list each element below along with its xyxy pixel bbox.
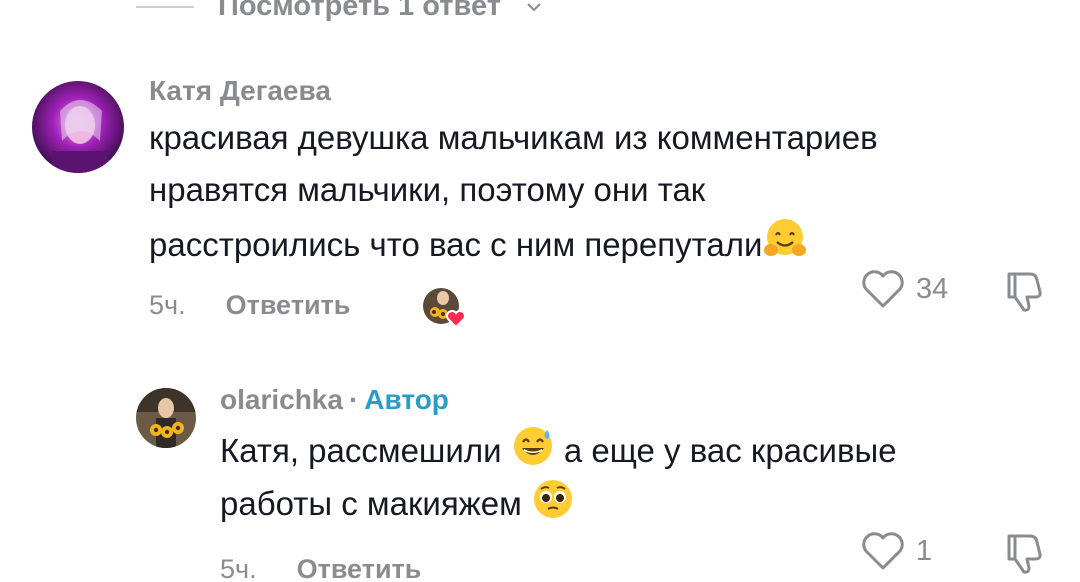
reply-item: olarichka · Автор Катя, рассмешили а еще у… xyxy=(0,340,1080,582)
comment-text-line: красивая девушка мальчикам из комментари… xyxy=(149,119,878,156)
comment-text-line: расстроились что вас с ним перепутали xyxy=(149,216,1049,271)
comment-author[interactable]: olarichka xyxy=(220,384,343,415)
comment-item: Катя Дегаева красивая девушка мальчикам … xyxy=(0,0,1080,340)
thumbs-down-icon[interactable] xyxy=(1000,268,1048,314)
comment-meta: 5ч. Ответить xyxy=(149,290,350,321)
comment-text-line: работы с макияжем xyxy=(220,477,1050,530)
hugging-face-emoji xyxy=(764,219,807,256)
like-group[interactable]: 34 xyxy=(860,268,948,310)
comment-author-row: olarichka · Автор xyxy=(220,384,449,416)
author-separator: · xyxy=(348,384,359,415)
heart-outline-icon[interactable] xyxy=(860,530,906,572)
like-count: 34 xyxy=(916,272,949,305)
avatar-image xyxy=(136,388,196,448)
avatar[interactable] xyxy=(32,81,124,173)
comment-author[interactable]: Катя Дегаева xyxy=(149,75,331,107)
comment-text-line: Катя, рассмешили а еще у вас красивые xyxy=(220,424,1050,477)
avatar-image xyxy=(32,81,124,173)
avatar[interactable] xyxy=(136,388,196,448)
comment-text-line: нравятся мальчики, поэтому они так xyxy=(149,171,706,208)
comment-meta: 5ч. Ответить xyxy=(220,554,421,582)
author-tag: Автор xyxy=(364,384,449,415)
comment-text-segment: а еще у вас красивые xyxy=(563,432,897,469)
reply-button[interactable]: Ответить xyxy=(226,290,351,321)
creator-liked-badge xyxy=(421,286,466,329)
reply-button[interactable]: Ответить xyxy=(297,554,422,582)
comments-panel: Посмотреть 1 ответ Катя Дегаева красивая… xyxy=(0,0,1080,582)
comment-text-segment: работы с макияжем xyxy=(220,485,522,522)
comment-text: Катя, рассмешили а еще у вас красивые ра… xyxy=(220,424,1050,530)
like-count: 1 xyxy=(916,534,933,567)
comment-text-segment: расстроились что вас с ним перепутали xyxy=(149,226,763,263)
comment-time: 5ч. xyxy=(220,554,257,582)
heart-outline-icon[interactable] xyxy=(860,268,906,310)
comment-text: красивая девушка мальчикам из комментари… xyxy=(149,112,1049,271)
comment-time: 5ч. xyxy=(149,290,186,320)
heart-filled-icon xyxy=(446,310,466,329)
pleading-face-emoji xyxy=(533,480,572,518)
like-group[interactable]: 1 xyxy=(860,530,932,572)
thumbs-down-icon[interactable] xyxy=(1000,530,1048,576)
comment-text-segment: Катя, рассмешили xyxy=(220,432,502,469)
grinning-sweat-emoji xyxy=(513,427,552,465)
